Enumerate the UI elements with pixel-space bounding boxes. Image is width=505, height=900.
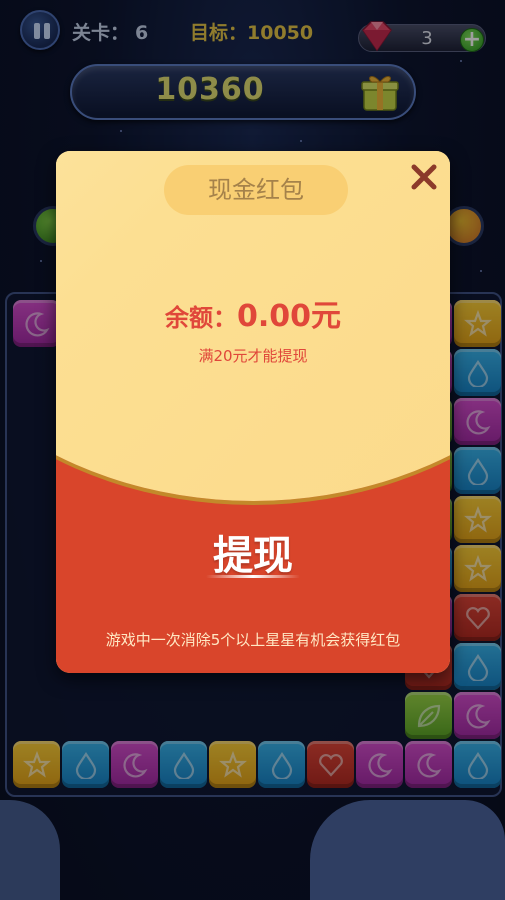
modal-title: 现金红包 — [164, 165, 348, 215]
withdraw-underline — [206, 575, 300, 578]
cloud-decoration — [310, 800, 505, 900]
withdraw-button[interactable]: 提现 — [198, 523, 308, 581]
modal-footer-text: 游戏中一次消除5个以上星星有机会获得红包 — [105, 631, 401, 649]
balance-label: 余额： — [164, 304, 237, 332]
balance-amount: 0.00元 — [236, 299, 342, 334]
close-button[interactable] — [406, 159, 442, 195]
withdraw-minimum-hint: 满20元才能提现 — [198, 347, 308, 365]
red-packet-modal: 现金红包 余额：0.00元 满20元才能提现 提现 游戏中一次消除5个以上星星有… — [56, 151, 450, 673]
close-icon — [411, 164, 437, 190]
balance-display: 余额：0.00元 — [56, 291, 450, 335]
